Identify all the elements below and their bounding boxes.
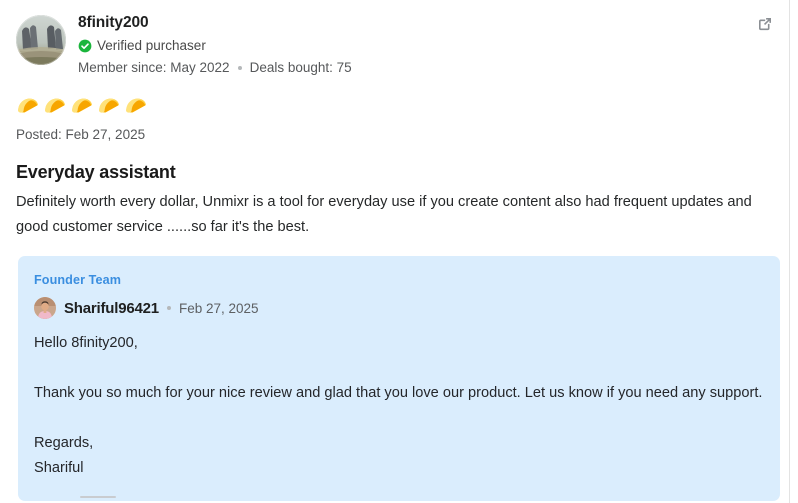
taco-rating (16, 94, 773, 118)
review-text: Definitely worth every dollar, Unmixr is… (16, 194, 752, 235)
reply-paragraph: Thank you so much for your nice review a… (34, 385, 763, 401)
founder-avatar (34, 297, 56, 319)
reply-signoff: Regards, (34, 435, 94, 451)
posted-date: Posted: Feb 27, 2025 (16, 127, 146, 142)
taco-icon (45, 98, 65, 113)
reply-spacer (34, 356, 764, 381)
next-section-divider (80, 496, 116, 498)
verified-check-icon (78, 39, 92, 52)
member-since-label: Member since: May 2022 (78, 60, 230, 75)
verified-purchaser-row: Verified purchaser (78, 37, 352, 54)
reply-signature: Shariful (34, 460, 84, 476)
founder-reply-box: Founder Team Shariful96421 Feb 27, 2025 … (18, 256, 780, 501)
taco-icon (99, 98, 119, 113)
founder-avatar-photo (34, 297, 56, 319)
deals-bought-label: Deals bought: 75 (249, 60, 352, 75)
taco-icon (126, 98, 146, 113)
founder-team-badge: Founder Team (34, 273, 122, 287)
founder-name: Shariful96421 (64, 299, 159, 317)
founder-reply-text: Hello 8finity200, Thank you so much for … (34, 331, 764, 481)
review-card: 8finity200 Verified purchaser Member sin… (0, 0, 790, 503)
founder-reply-date: Feb 27, 2025 (178, 300, 259, 316)
reviewer-header: 8finity200 Verified purchaser Member sin… (16, 12, 773, 76)
reply-header: Shariful96421 Feb 27, 2025 (34, 297, 764, 319)
external-link-icon[interactable] (755, 14, 775, 34)
reviewer-username: 8finity200 (78, 14, 149, 31)
external-link-glyph (759, 18, 771, 31)
review-container: 8finity200 Verified purchaser Member sin… (0, 0, 789, 501)
member-stats-row: Member since: May 2022 Deals bought: 75 (78, 59, 352, 76)
reply-spacer (34, 406, 764, 431)
reply-greeting: Hello 8finity200, (34, 335, 138, 351)
taco-icon (18, 98, 38, 113)
separator-dot-icon (166, 306, 171, 310)
separator-dot-icon (237, 65, 242, 70)
avatar-photo (16, 15, 66, 65)
avatar (16, 15, 66, 65)
verified-purchaser-label: Verified purchaser (97, 38, 206, 53)
review-title: Everyday assistant (16, 162, 176, 182)
taco-icon (72, 98, 92, 113)
reviewer-meta: 8finity200 Verified purchaser Member sin… (78, 12, 352, 76)
